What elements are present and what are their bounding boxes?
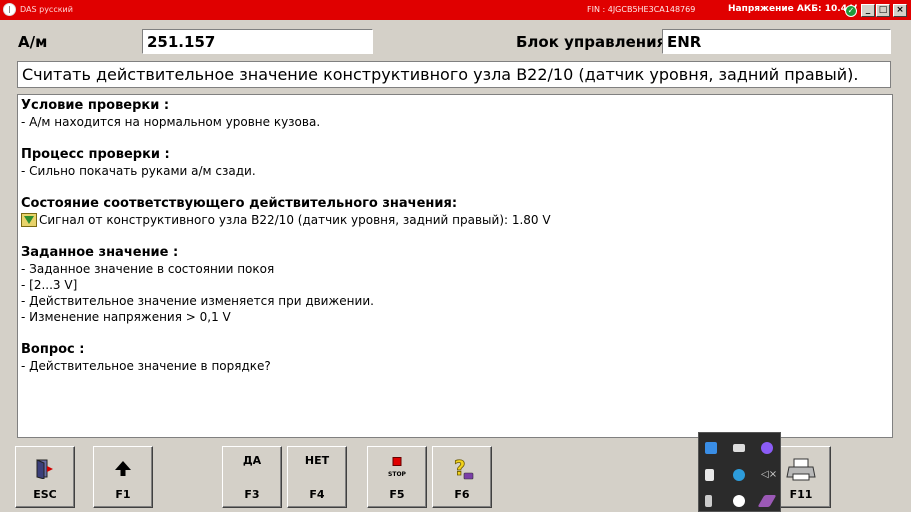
actual-value-text: Сигнал от конструктивного узла B22/10 (д… [39,213,551,227]
f1-label: F1 [115,488,131,501]
f5-label: F5 [389,488,405,501]
f6-label: F6 [454,488,470,501]
no-button[interactable]: НЕТ F4 [287,446,347,508]
f3-label: F3 [244,488,260,501]
question-title: Вопрос : [21,342,85,357]
process-title: Процесс проверки : [21,147,170,162]
minimize-button[interactable]: _ [861,4,875,17]
setpoint-title: Заданное значение : [21,245,179,260]
vehicle-label: А/м [18,33,48,51]
arrow-up-stem [120,469,126,476]
test-instructions-panel[interactable]: Условие проверки : - А/м находится на но… [17,94,893,438]
cloud-icon[interactable] [733,495,745,507]
state-title: Состояние соответствующего действительно… [21,196,458,211]
stop-label: STOP [388,471,406,478]
stop-icon [392,457,402,466]
actual-value-line: Сигнал от конструктивного узла B22/10 (д… [21,212,889,228]
printer-icon [786,458,816,481]
help-icon: ? [454,456,474,480]
condition-text: - А/м находится на нормальном уровне куз… [21,115,321,129]
process-text: - Сильно покачать руками а/м сзади. [21,164,256,178]
exit-door-icon [36,459,53,479]
signal-value-icon [21,213,37,227]
network-icon[interactable] [705,442,717,454]
f1-button[interactable]: F1 [93,446,153,508]
mercedes-logo-icon [3,3,16,16]
control-unit-field: ENR [662,29,891,54]
battery-icon[interactable] [733,444,745,452]
close-button[interactable]: × [893,4,907,17]
battery-voltage: Напряжение АКБ: 10.4 V [728,4,858,14]
yes-label: ДА [242,454,262,467]
app-icon[interactable] [761,442,773,454]
setpoint-line: - Изменение напряжения > 0,1 V [21,310,231,324]
fin-number: FIN : 4JGCB5HE3CA148769 [587,5,696,14]
stop-button[interactable]: STOP F5 [367,446,427,508]
question-text: - Действительное значение в порядке? [21,359,271,373]
esc-label: ESC [33,488,57,501]
title-bar: DAS русский FIN : 4JGCB5HE3CA148769 Напр… [0,0,911,20]
f4-label: F4 [309,488,325,501]
setpoint-line: - Заданное значение в состоянии покоя [21,262,275,276]
mute-icon[interactable]: ◁× [761,469,777,481]
setpoint-line: - [2...3 V] [21,278,78,292]
test-heading: Считать действительное значение конструк… [17,61,891,88]
yes-button[interactable]: ДА F3 [222,446,282,508]
usb-icon[interactable] [705,495,712,507]
system-tray-popup: ◁× [698,432,781,512]
help-button[interactable]: ? F6 [432,446,492,508]
vehicle-field: 251.157 [142,29,373,54]
no-label: НЕТ [304,454,330,467]
globe-icon[interactable] [733,469,745,481]
condition-title: Условие проверки : [21,98,170,113]
control-unit-label: Блок управления [516,33,667,51]
setpoint-line: - Действительное значение изменяется при… [21,294,374,308]
battery-ok-icon: ✓ [845,5,857,17]
document-icon[interactable] [705,469,714,481]
pen-icon[interactable] [757,495,777,507]
window-title: DAS русский [20,5,73,14]
esc-button[interactable]: ESC [15,446,75,508]
maximize-button[interactable]: □ [876,4,890,17]
